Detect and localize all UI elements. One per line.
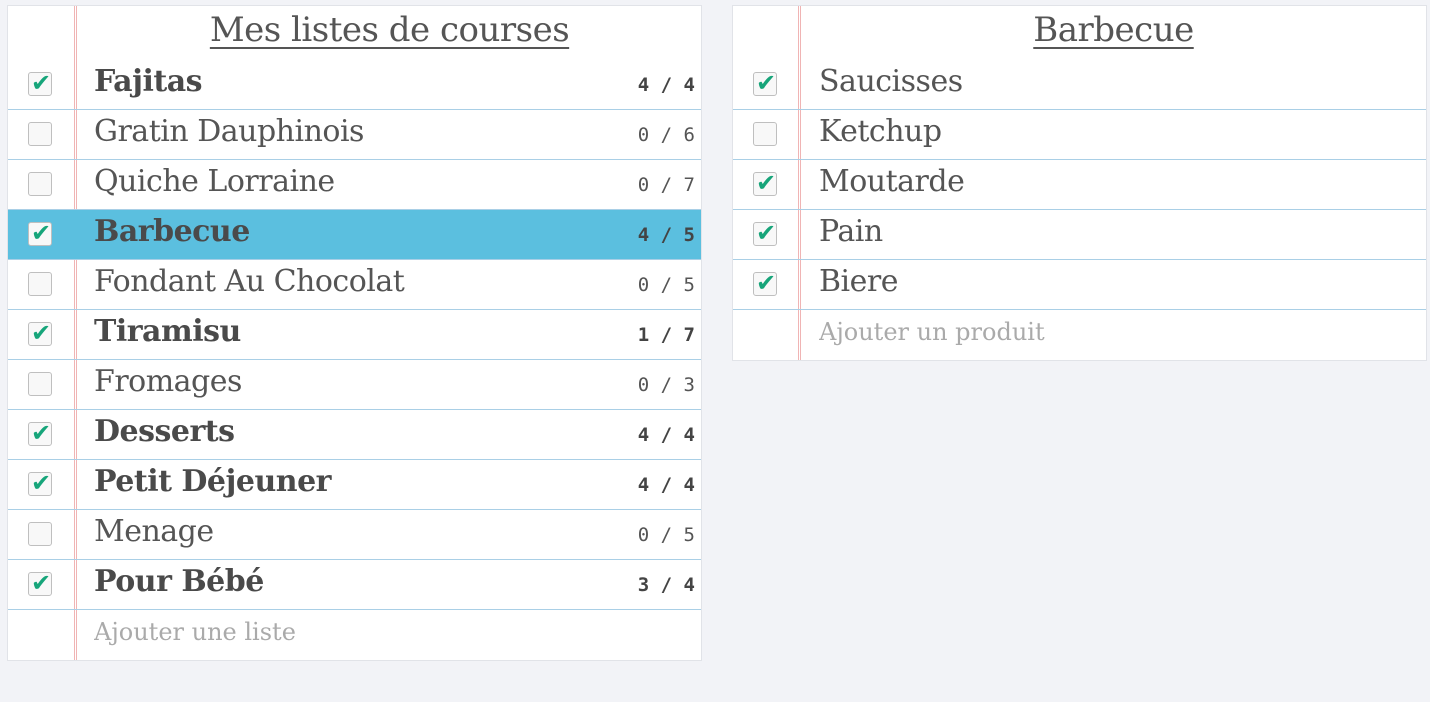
list-item-count: 0 / 7 <box>637 174 695 196</box>
list-checkbox[interactable]: ✔ <box>28 372 52 396</box>
item-row-moutarde[interactable]: ✔ Moutarde <box>733 160 1426 210</box>
list-item-count: 1 / 7 <box>637 324 695 346</box>
list-row-gratin-dauphinois[interactable]: ✔ Gratin Dauphinois 0 / 6 <box>8 110 701 160</box>
item-name: Ketchup <box>819 114 942 149</box>
list-item-count: 0 / 5 <box>637 524 695 546</box>
check-mark-icon: ✔ <box>756 269 777 297</box>
item-name: Moutarde <box>819 164 965 199</box>
check-mark-icon: ✔ <box>756 169 777 197</box>
list-checkbox[interactable]: ✔ <box>28 69 52 97</box>
list-row-pour-bebe[interactable]: ✔ Pour Bébé 3 / 4 <box>8 560 701 610</box>
list-checkbox[interactable]: ✔ <box>28 419 52 447</box>
list-name: Tiramisu <box>94 314 241 349</box>
list-row-fondant-au-chocolat[interactable]: ✔ Fondant Au Chocolat 0 / 5 <box>8 260 701 310</box>
check-mark-icon: ✔ <box>756 219 777 247</box>
list-row-barbecue[interactable]: ✔ Barbecue 4 / 5 <box>8 210 701 260</box>
list-name: Petit Déjeuner <box>94 464 331 499</box>
check-mark-icon: ✔ <box>31 219 52 247</box>
list-checkbox[interactable]: ✔ <box>28 469 52 497</box>
list-item-count: 0 / 5 <box>637 274 695 296</box>
list-item-count: 4 / 4 <box>637 424 695 446</box>
item-name: Saucisses <box>819 64 963 99</box>
item-checkbox[interactable]: ✔ <box>753 122 777 146</box>
list-row-quiche-lorraine[interactable]: ✔ Quiche Lorraine 0 / 7 <box>8 160 701 210</box>
list-name: Gratin Dauphinois <box>94 114 364 149</box>
check-mark-icon: ✔ <box>31 69 52 97</box>
add-product-input[interactable] <box>819 318 1319 346</box>
list-row-tiramisu[interactable]: ✔ Tiramisu 1 / 7 <box>8 310 701 360</box>
add-list-row <box>8 610 701 660</box>
list-item-count: 0 / 3 <box>637 374 695 396</box>
item-checkbox[interactable]: ✔ <box>753 69 777 97</box>
list-item-count: 0 / 6 <box>637 124 695 146</box>
item-name: Biere <box>819 264 899 299</box>
check-mark-icon: ✔ <box>31 419 52 447</box>
list-row-fajitas[interactable]: ✔ Fajitas 4 / 4 <box>8 60 701 110</box>
list-checkbox[interactable]: ✔ <box>28 172 52 196</box>
list-name: Desserts <box>94 414 235 449</box>
lists-panel-title: Mes listes de courses <box>209 10 570 50</box>
items-panel-title: Barbecue <box>1033 10 1194 50</box>
list-name: Barbecue <box>94 214 250 249</box>
list-item-count: 4 / 4 <box>637 474 695 496</box>
list-item-count: 3 / 4 <box>637 574 695 596</box>
list-items-panel: Barbecue ✔ Saucisses ✔ Ketchup ✔ Moutard… <box>732 5 1427 361</box>
item-name: Pain <box>819 214 883 249</box>
list-row-desserts[interactable]: ✔ Desserts 4 / 4 <box>8 410 701 460</box>
item-row-saucisses[interactable]: ✔ Saucisses <box>733 60 1426 110</box>
list-item-count: 4 / 5 <box>637 224 695 246</box>
list-checkbox[interactable]: ✔ <box>28 272 52 296</box>
add-list-input[interactable] <box>94 618 594 646</box>
list-name: Pour Bébé <box>94 564 264 599</box>
item-checkbox[interactable]: ✔ <box>753 219 777 247</box>
list-name: Fromages <box>94 364 242 399</box>
item-checkbox[interactable]: ✔ <box>753 169 777 197</box>
list-checkbox[interactable]: ✔ <box>28 219 52 247</box>
list-checkbox[interactable]: ✔ <box>28 569 52 597</box>
check-mark-icon: ✔ <box>31 569 52 597</box>
item-checkbox[interactable]: ✔ <box>753 269 777 297</box>
item-row-biere[interactable]: ✔ Biere <box>733 260 1426 310</box>
list-name: Fajitas <box>94 64 203 99</box>
list-row-petit-dejeuner[interactable]: ✔ Petit Déjeuner 4 / 4 <box>8 460 701 510</box>
check-mark-icon: ✔ <box>756 69 777 97</box>
list-name: Fondant Au Chocolat <box>94 264 405 299</box>
list-row-fromages[interactable]: ✔ Fromages 0 / 3 <box>8 360 701 410</box>
list-checkbox[interactable]: ✔ <box>28 122 52 146</box>
check-mark-icon: ✔ <box>31 319 52 347</box>
shopping-lists-panel: Mes listes de courses ✔ Fajitas 4 / 4 ✔ … <box>7 5 702 661</box>
item-row-pain[interactable]: ✔ Pain <box>733 210 1426 260</box>
list-row-menage[interactable]: ✔ Menage 0 / 5 <box>8 510 701 560</box>
list-name: Quiche Lorraine <box>94 164 335 199</box>
list-item-count: 4 / 4 <box>637 74 695 96</box>
check-mark-icon: ✔ <box>31 469 52 497</box>
list-name: Menage <box>94 514 214 549</box>
item-row-ketchup[interactable]: ✔ Ketchup <box>733 110 1426 160</box>
add-product-row <box>733 310 1426 360</box>
list-checkbox[interactable]: ✔ <box>28 319 52 347</box>
list-checkbox[interactable]: ✔ <box>28 522 52 546</box>
